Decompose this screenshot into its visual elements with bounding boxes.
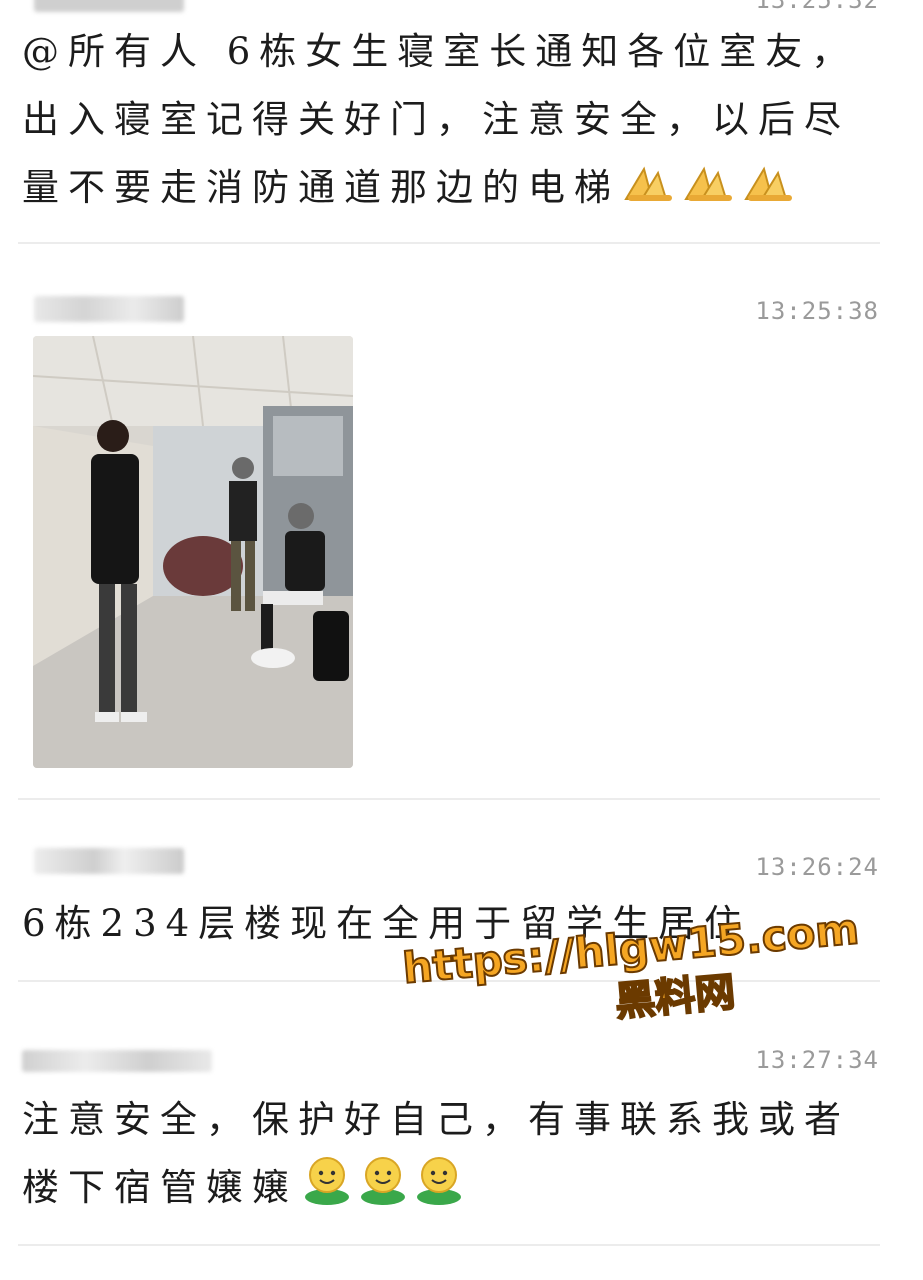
smiling-person-icon [356,1155,410,1227]
message-text[interactable]: @所有人 6栋女生寝室长通知各位室友，出入寝室记得关好门，注意安全，以后尽量不要… [22,18,882,225]
smiling-person-icon [412,1155,466,1227]
sender-name-blurred [34,296,184,322]
sender-name-blurred [34,848,184,874]
message-divider [18,1244,880,1246]
message-timestamp: 13:26:24 [755,853,879,881]
message-divider [18,242,880,244]
message-timestamp: 13:27:34 [755,1046,879,1074]
message-text[interactable]: 注意安全，保护好自己，有事联系我或者楼下宿管嬢嬢 [22,1086,882,1227]
sender-name-blurred [22,1050,212,1072]
shared-photo[interactable] [33,336,353,768]
message-timestamp: 13:25:32 [755,0,879,14]
photo-icon [33,336,353,768]
smiling-person-icon [300,1155,354,1227]
folded-hands-icon [742,157,800,225]
sender-name-blurred [34,0,184,12]
message-divider [18,798,880,800]
message-timestamp: 13:25:38 [755,297,879,325]
folded-hands-icon [622,157,680,225]
folded-hands-icon [682,157,740,225]
